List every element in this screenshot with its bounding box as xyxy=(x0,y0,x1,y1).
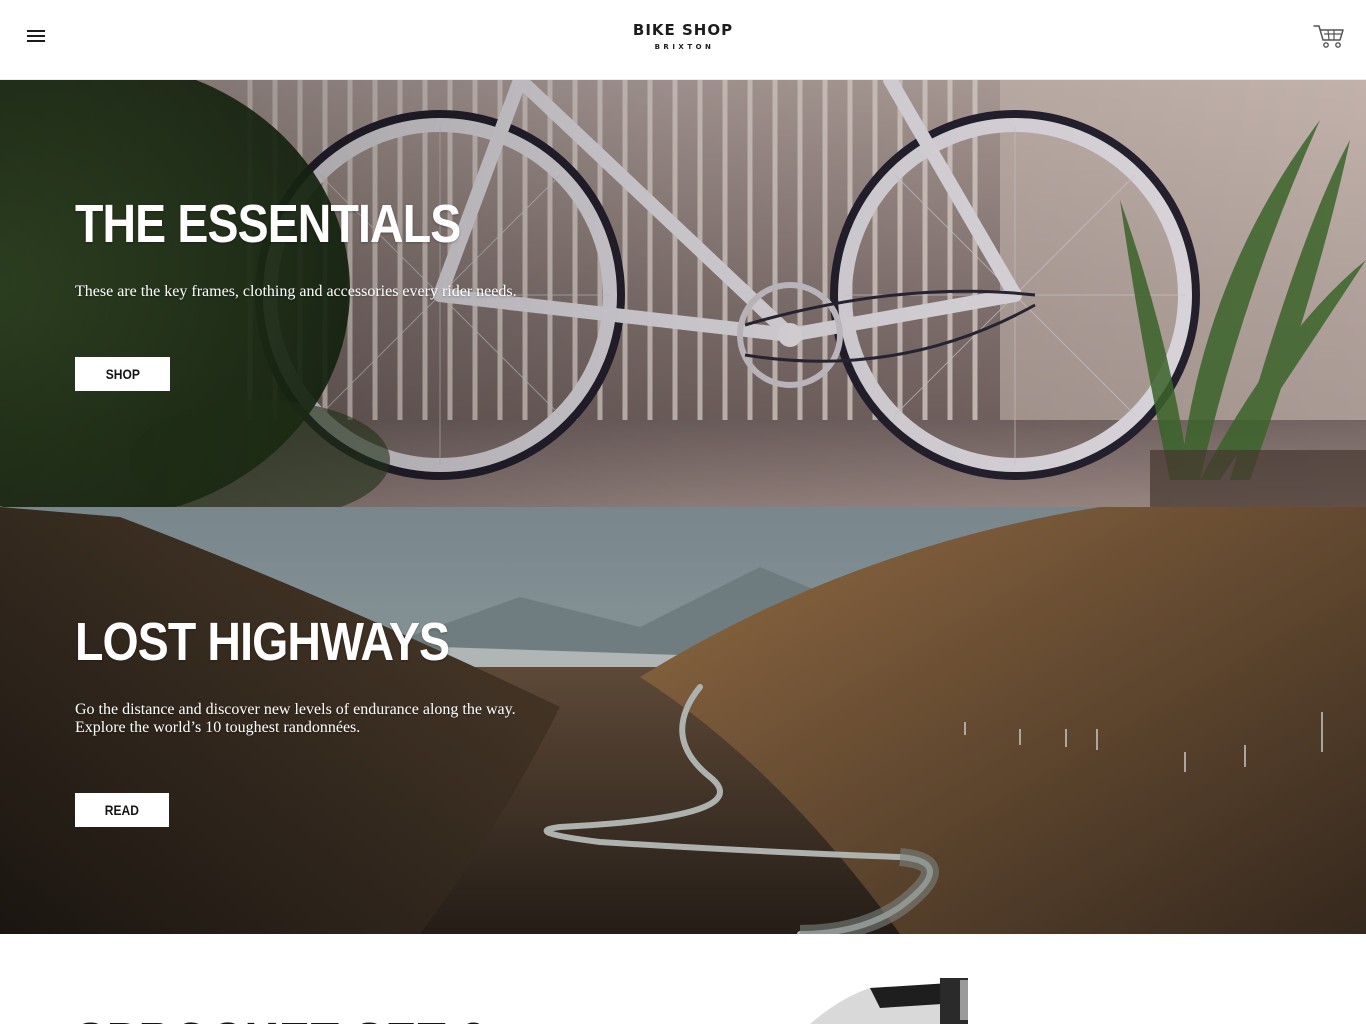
read-button-label: READ xyxy=(104,802,140,818)
hero-title: LOST HIGHWAYS xyxy=(75,612,450,672)
hero-description-line: Go the distance and discover new levels … xyxy=(75,701,516,718)
menu-bar xyxy=(27,35,45,37)
logo-title: BIKE SHOP xyxy=(632,21,734,39)
hero-essentials: THE ESSENTIALS These are the key frames,… xyxy=(0,80,1366,507)
product-title: SPROCKET SET 2 xyxy=(75,1012,487,1024)
hero-description: Go the distance and discover new levels … xyxy=(75,701,595,737)
site-header: BIKE SHOP BRIXTON xyxy=(0,0,1366,80)
read-button[interactable]: READ xyxy=(75,793,169,827)
shopping-cart-icon[interactable] xyxy=(1312,20,1346,52)
handlebar-stem-image[interactable] xyxy=(790,978,990,1024)
shop-button-label: SHOP xyxy=(105,366,140,382)
logo-subtitle: BRIXTON xyxy=(654,43,715,51)
hero-description: These are the key frames, clothing and a… xyxy=(75,283,595,301)
shop-button[interactable]: SHOP xyxy=(75,357,170,391)
cart-svg xyxy=(1313,25,1344,48)
menu-bar xyxy=(27,40,45,42)
product-section: SPROCKET SET 2 xyxy=(0,934,1366,1024)
hero-description-line: Explore the world’s 10 toughest randonné… xyxy=(75,719,361,736)
site-logo[interactable]: BIKE SHOP BRIXTON xyxy=(583,20,783,51)
menu-bar xyxy=(27,30,45,32)
hero-lost-highways: LOST HIGHWAYS Go the distance and discov… xyxy=(0,507,1366,934)
hero-description-line: These are the key frames, clothing and a… xyxy=(75,283,517,300)
hero-title: THE ESSENTIALS xyxy=(75,194,461,254)
hamburger-menu-icon[interactable] xyxy=(22,22,50,50)
